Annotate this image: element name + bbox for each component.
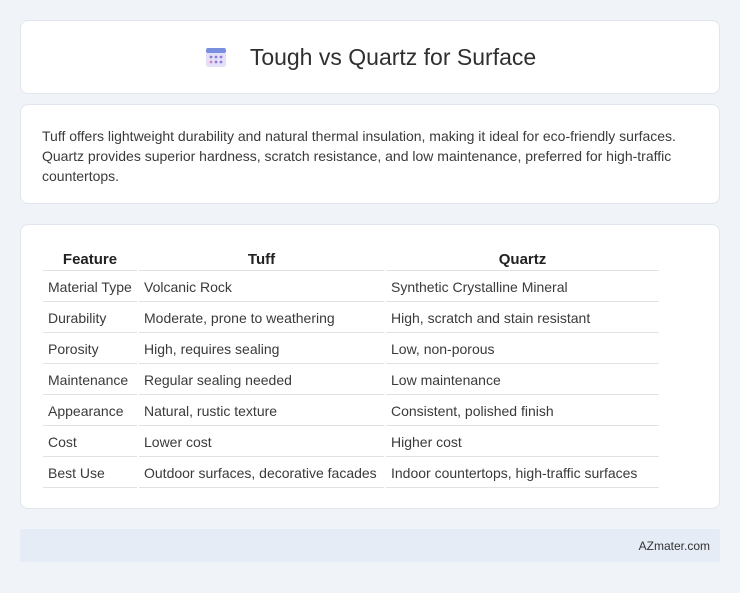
calendar-icon xyxy=(204,45,228,69)
table-cell: Maintenance xyxy=(43,366,137,395)
table-row: Maintenance Regular sealing needed Low m… xyxy=(43,366,659,395)
table-row: Durability Moderate, prone to weathering… xyxy=(43,304,659,333)
table-row: Material Type Volcanic Rock Synthetic Cr… xyxy=(43,273,659,302)
table-cell: Indoor countertops, high-traffic surface… xyxy=(386,459,659,488)
footer: AZmater.com xyxy=(20,529,720,562)
footer-site-link[interactable]: AZmater.com xyxy=(639,539,710,553)
table-cell: Best Use xyxy=(43,459,137,488)
table-cell: Moderate, prone to weathering xyxy=(139,304,384,333)
page-title: Tough vs Quartz for Surface xyxy=(249,43,537,70)
table-cell: Low maintenance xyxy=(386,366,659,395)
table-cell: Cost xyxy=(43,428,137,457)
table-cell: Volcanic Rock xyxy=(139,273,384,302)
table-cell: Lower cost xyxy=(139,428,384,457)
column-header-quartz: Quartz xyxy=(386,249,659,271)
table-row: Appearance Natural, rustic texture Consi… xyxy=(43,397,659,426)
comparison-table-card: Feature Tuff Quartz Material Type Volcan… xyxy=(20,224,720,509)
table-header-row: Feature Tuff Quartz xyxy=(43,249,659,271)
column-header-feature: Feature xyxy=(43,249,137,271)
table-row: Best Use Outdoor surfaces, decorative fa… xyxy=(43,459,659,488)
title-card: Tough vs Quartz for Surface xyxy=(20,20,720,94)
table-cell: Durability xyxy=(43,304,137,333)
table-row: Porosity High, requires sealing Low, non… xyxy=(43,335,659,364)
table-cell: Natural, rustic texture xyxy=(139,397,384,426)
table-cell: Appearance xyxy=(43,397,137,426)
table-cell: High, requires sealing xyxy=(139,335,384,364)
table-cell: Higher cost xyxy=(386,428,659,457)
column-header-tuff: Tuff xyxy=(139,249,384,271)
table-cell: Synthetic Crystalline Mineral xyxy=(386,273,659,302)
table-cell: Consistent, polished finish xyxy=(386,397,659,426)
table-cell: Porosity xyxy=(43,335,137,364)
table-row: Cost Lower cost Higher cost xyxy=(43,428,659,457)
summary-text: Tuff offers lightweight durability and n… xyxy=(42,128,676,184)
table-cell: Outdoor surfaces, decorative facades xyxy=(139,459,384,488)
table-cell: Material Type xyxy=(43,273,137,302)
table-cell: High, scratch and stain resistant xyxy=(386,304,659,333)
summary-card: Tuff offers lightweight durability and n… xyxy=(20,104,720,204)
comparison-table: Feature Tuff Quartz Material Type Volcan… xyxy=(41,247,661,490)
table-cell: Low, non-porous xyxy=(386,335,659,364)
table-cell: Regular sealing needed xyxy=(139,366,384,395)
